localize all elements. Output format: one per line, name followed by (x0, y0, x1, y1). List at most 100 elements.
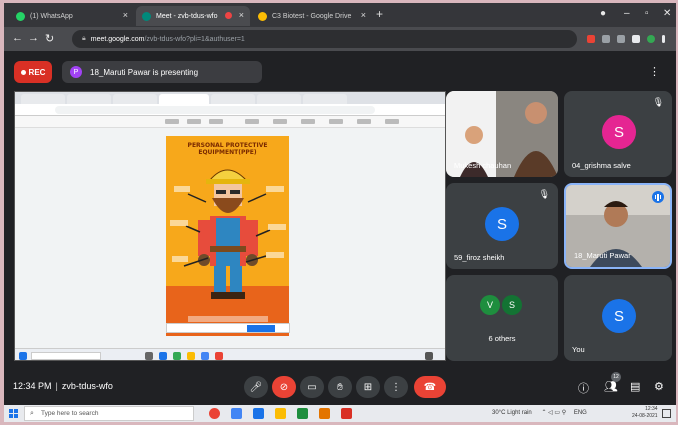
chat-icon[interactable]: ▤ (630, 380, 640, 393)
raise-hand-button[interactable]: ✋︎ (328, 376, 352, 398)
participant-tile[interactable]: 🎙︎ S 59_firoz sheikh (446, 183, 558, 269)
screenshot-frame: (1) WhatsApp × Meet - zvb-tdus-wfo × C3 … (4, 3, 676, 422)
lock-icon: 🔒︎ (82, 35, 86, 42)
others-avatar: V (480, 295, 500, 315)
browser-tab-strip: (1) WhatsApp × Meet - zvb-tdus-wfo × C3 … (4, 3, 676, 27)
presenting-banner: P 18_Maruti Pawar is presenting (62, 61, 262, 83)
captions-button[interactable]: ▭ (300, 376, 324, 398)
participant-name: Mukesh chauhan (454, 161, 512, 170)
system-tray: 30°C Light rain ⌃ ◁ ▭ ⚲ ENG (492, 409, 587, 416)
chrome-icon[interactable] (209, 408, 220, 419)
worker-illustration (170, 169, 286, 322)
present-now-button[interactable]: ⊞ (356, 376, 380, 398)
new-tab-icon[interactable]: + (376, 7, 383, 21)
more-options-button[interactable]: ⋮ (384, 376, 408, 398)
url-path: /zvb-tdus-wfo?pli=1&authuser=1 (144, 35, 245, 43)
self-avatar: S (602, 299, 636, 333)
participant-name: 59_firoz sheikh (454, 253, 505, 262)
clock-date: 24-08-2021 (632, 413, 658, 419)
powerpoint-icon[interactable] (341, 408, 352, 419)
taskbar-search[interactable]: ⌕ Type here to search (24, 406, 194, 421)
people-count-badge: 12 (611, 372, 621, 382)
taskbar-clock[interactable]: 12:34 24-08-2021 (632, 406, 658, 420)
microphone-button[interactable]: 🎤︎ (244, 376, 268, 398)
participant-tile[interactable]: 🎙︎ S 04_grishma salve (564, 91, 672, 177)
notification-icon[interactable] (662, 409, 671, 418)
bookmark-star-icon[interactable] (617, 35, 625, 43)
speaking-indicator-icon (652, 191, 664, 203)
camera-in-use-icon[interactable] (587, 35, 595, 43)
windows-start-icon[interactable] (9, 409, 18, 418)
participant-name: 18_Maruti Pawar (574, 251, 631, 260)
tab-whatsapp[interactable]: (1) WhatsApp × (10, 6, 134, 26)
weather-text: 30°C Light rain (492, 410, 532, 416)
clock-time: 12:34 (645, 406, 658, 412)
shared-browser-tabs (15, 92, 445, 104)
shared-pdf-toolbar (15, 116, 445, 128)
forward-icon[interactable]: → (28, 32, 39, 44)
whatsapp-icon (16, 11, 25, 21)
windows-taskbar: ⌕ Type here to search 30°C Light rain ⌃ … (4, 405, 676, 422)
profile-icon[interactable]: ● (600, 8, 606, 19)
tab-meet[interactable]: Meet - zvb-tdus-wfo × (136, 6, 250, 26)
meeting-code: zvb-tdus-wfo (61, 381, 113, 391)
tab-google-drive[interactable]: C3 Biotest - Google Drive × (252, 6, 372, 26)
file-explorer-icon[interactable] (275, 408, 286, 419)
close-icon[interactable]: × (239, 10, 244, 20)
extensions-icon[interactable] (632, 35, 640, 43)
close-icon[interactable]: × (361, 10, 366, 20)
meet-icon (142, 11, 151, 21)
edge-icon[interactable] (231, 408, 242, 419)
leave-call-button[interactable]: ☎︎ (414, 376, 446, 398)
reload-icon[interactable]: ↻ (45, 32, 54, 45)
tab-label: (1) WhatsApp (30, 12, 73, 20)
maximize-icon[interactable]: ▫ (645, 8, 649, 19)
others-tile[interactable]: V S 6 others (446, 275, 558, 361)
others-avatar: S (502, 295, 522, 315)
others-label: 6 others (488, 334, 516, 343)
shared-screen: PERSONAL PROTECTIVE EQUIPMENT(PPE) (14, 91, 446, 361)
mic-off-icon: 🎙︎ (538, 189, 550, 199)
excel-icon[interactable] (297, 408, 308, 419)
tray-icons[interactable]: ⌃ ◁ ▭ ⚲ (541, 410, 566, 416)
participant-tile[interactable]: Mukesh chauhan (446, 91, 558, 177)
meeting-info: 12:34 PM | zvb-tdus-wfo (13, 381, 113, 391)
url-host: meet.google.com (90, 35, 145, 43)
presenting-text: 18_Maruti Pawar is presenting (90, 67, 199, 77)
app-icon[interactable] (319, 408, 330, 419)
pdf-notice-bar (166, 323, 290, 333)
tab-label: Meet - zvb-tdus-wfo (156, 12, 218, 20)
word-icon[interactable] (253, 408, 264, 419)
self-tile[interactable]: S You (564, 275, 672, 361)
back-icon[interactable]: ← (12, 32, 23, 44)
search-placeholder: Type here to search (41, 410, 99, 417)
meeting-details-icon[interactable]: ⓘ (578, 380, 589, 396)
menu-icon[interactable] (662, 35, 665, 43)
shared-windows-taskbar (15, 348, 445, 360)
search-icon: ⌕ (30, 410, 34, 417)
tab-label: C3 Biotest - Google Drive (272, 12, 352, 20)
self-name: You (572, 345, 585, 354)
language-text: ENG (573, 410, 587, 416)
activities-icon[interactable]: ⚙︎ (654, 380, 664, 393)
participant-avatar: S (602, 115, 636, 149)
participant-tile-active-speaker[interactable]: 18_Maruti Pawar (564, 183, 672, 269)
ppe-poster: PERSONAL PROTECTIVE EQUIPMENT(PPE) (166, 136, 289, 336)
close-icon[interactable]: × (123, 10, 128, 20)
others-avatars: V S (480, 295, 522, 315)
recording-indicator-icon (225, 12, 232, 19)
record-dot-icon (20, 69, 26, 75)
participant-name: 04_grishma salve (572, 161, 631, 170)
close-window-icon[interactable]: ✕ (663, 8, 671, 19)
minimize-icon[interactable]: – (624, 8, 630, 19)
meet-control-bar: 12:34 PM | zvb-tdus-wfo 🎤︎ ⊘ ▭ ✋︎ ⊞ ⋮ ☎︎ ⓘ… (4, 369, 676, 405)
camera-off-button[interactable]: ⊘ (272, 376, 296, 398)
shared-address-bar (15, 104, 445, 116)
address-bar[interactable]: 🔒︎ meet.google.com /zvb-tdus-wfo?pli=1&a… (72, 30, 577, 48)
profile-avatar[interactable] (647, 35, 655, 43)
notice-button[interactable] (247, 325, 275, 332)
more-options-icon[interactable]: ⋮ (649, 65, 660, 78)
zoom-icon[interactable] (602, 35, 610, 43)
participant-avatar: S (485, 207, 519, 241)
recording-badge: REC (14, 61, 52, 83)
